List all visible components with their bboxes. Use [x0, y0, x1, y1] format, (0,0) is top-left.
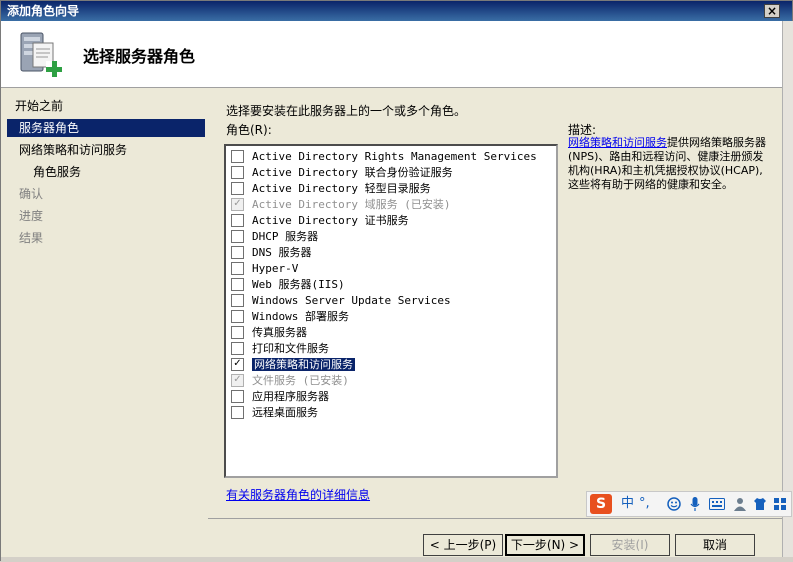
ime-punct-toggle[interactable]: °, — [639, 495, 650, 513]
install-button: 安装(I) — [590, 534, 670, 556]
role-checkbox: ✓ — [231, 373, 244, 387]
sogou-logo-icon[interactable]: S — [590, 494, 612, 514]
nav-item-before-you-begin[interactable]: 开始之前 — [15, 97, 205, 115]
wizard-nav: 开始之前 服务器角色 网络策略和访问服务 角色服务 确认 进度 结果 — [1, 88, 208, 562]
window-title: 添加角色向导 — [7, 4, 80, 18]
role-checkbox[interactable] — [231, 245, 244, 259]
role-item[interactable]: 打印和文件服务 — [231, 341, 329, 357]
cancel-button[interactable]: 取消 — [675, 534, 755, 556]
nav-item-nps[interactable]: 网络策略和访问服务 — [19, 141, 205, 159]
role-checkbox[interactable] — [231, 229, 244, 243]
description-link[interactable]: 网络策略和访问服务 — [568, 136, 667, 149]
back-button[interactable]: < 上一步(P) — [423, 534, 503, 556]
nav-item-server-roles[interactable]: 服务器角色 — [7, 119, 205, 137]
role-item: ✓ Active Directory 域服务 (已安装) — [231, 197, 450, 213]
window-scrollbar[interactable] — [782, 21, 793, 561]
ime-mode-toggle[interactable]: 中 — [621, 495, 634, 513]
role-item[interactable]: 传真服务器 — [231, 325, 307, 341]
title-bar[interactable]: 添加角色向导 × — [1, 1, 792, 21]
nav-item-results: 结果 — [19, 231, 44, 245]
wizard-header: 选择服务器角色 — [1, 21, 782, 88]
role-item[interactable]: Active Directory Rights Management Servi… — [231, 149, 537, 165]
button-separator — [208, 518, 782, 519]
role-checkbox[interactable] — [231, 261, 244, 275]
nav-item-role-services[interactable]: 角色服务 — [33, 163, 205, 181]
role-checkbox: ✓ — [231, 197, 244, 211]
role-checkbox[interactable] — [231, 165, 244, 179]
role-checkbox[interactable] — [231, 405, 244, 419]
more-info-link[interactable]: 有关服务器角色的详细信息 — [226, 486, 370, 503]
role-checkbox[interactable] — [231, 341, 244, 355]
role-item[interactable]: Active Directory 轻型目录服务 — [231, 181, 431, 197]
nav-item-label: 服务器角色 — [19, 121, 80, 135]
role-item[interactable]: DNS 服务器 — [231, 245, 312, 261]
role-item[interactable]: 应用程序服务器 — [231, 389, 329, 405]
shirt-icon[interactable] — [753, 497, 767, 511]
keyboard-icon[interactable] — [709, 498, 725, 510]
bottom-strip — [1, 557, 793, 562]
role-checkbox[interactable]: ✓ — [231, 357, 244, 371]
role-checkbox[interactable] — [231, 389, 244, 403]
server-add-role-icon — [20, 32, 62, 77]
role-item[interactable]: 远程桌面服务 — [231, 405, 318, 421]
role-description: 网络策略和访问服务提供网络策略服务器(NPS)、路由和远程访问、健康注册颁发机构… — [568, 136, 773, 192]
role-item[interactable]: Active Directory 联合身份验证服务 — [231, 165, 453, 181]
role-item[interactable]: Windows Server Update Services — [231, 293, 451, 309]
roles-label: 角色(R): — [226, 123, 272, 137]
role-item-selected[interactable]: ✓ 网络策略和访问服务 — [231, 357, 355, 373]
smiley-icon[interactable] — [667, 497, 681, 511]
role-checkbox[interactable] — [231, 293, 244, 307]
role-checkbox[interactable] — [231, 149, 244, 163]
ime-toolbar[interactable]: S 中 °, — [586, 491, 792, 517]
add-roles-wizard-window: 添加角色向导 × 选择服务器角色 开始之前 服务器角色 网络策略和访问服务 角色… — [0, 0, 793, 562]
nav-item-confirmation: 确认 — [19, 187, 44, 201]
role-item[interactable]: Windows 部署服务 — [231, 309, 349, 325]
wizard-content: 选择要安装在此服务器上的一个或多个角色。 角色(R): 描述: Active D… — [208, 88, 782, 518]
grid-icon[interactable] — [773, 497, 787, 511]
instruction-text: 选择要安装在此服务器上的一个或多个角色。 — [226, 104, 467, 118]
page-title: 选择服务器角色 — [83, 47, 196, 66]
microphone-icon[interactable] — [689, 496, 701, 512]
role-item[interactable]: DHCP 服务器 — [231, 229, 318, 245]
role-checkbox[interactable] — [231, 325, 244, 339]
role-item: ✓ 文件服务 (已安装) — [231, 373, 349, 389]
role-checkbox[interactable] — [231, 277, 244, 291]
role-item[interactable]: Web 服务器(IIS) — [231, 277, 345, 293]
close-button[interactable]: × — [764, 4, 780, 18]
role-checkbox[interactable] — [231, 213, 244, 227]
role-item[interactable]: Hyper-V — [231, 261, 298, 277]
role-checkbox[interactable] — [231, 181, 244, 195]
role-item[interactable]: Active Directory 证书服务 — [231, 213, 409, 229]
role-checkbox[interactable] — [231, 309, 244, 323]
roles-list[interactable]: Active Directory Rights Management Servi… — [224, 144, 558, 478]
user-icon[interactable] — [733, 497, 747, 511]
next-button[interactable]: 下一步(N) > — [505, 534, 585, 556]
nav-item-progress: 进度 — [19, 209, 44, 223]
